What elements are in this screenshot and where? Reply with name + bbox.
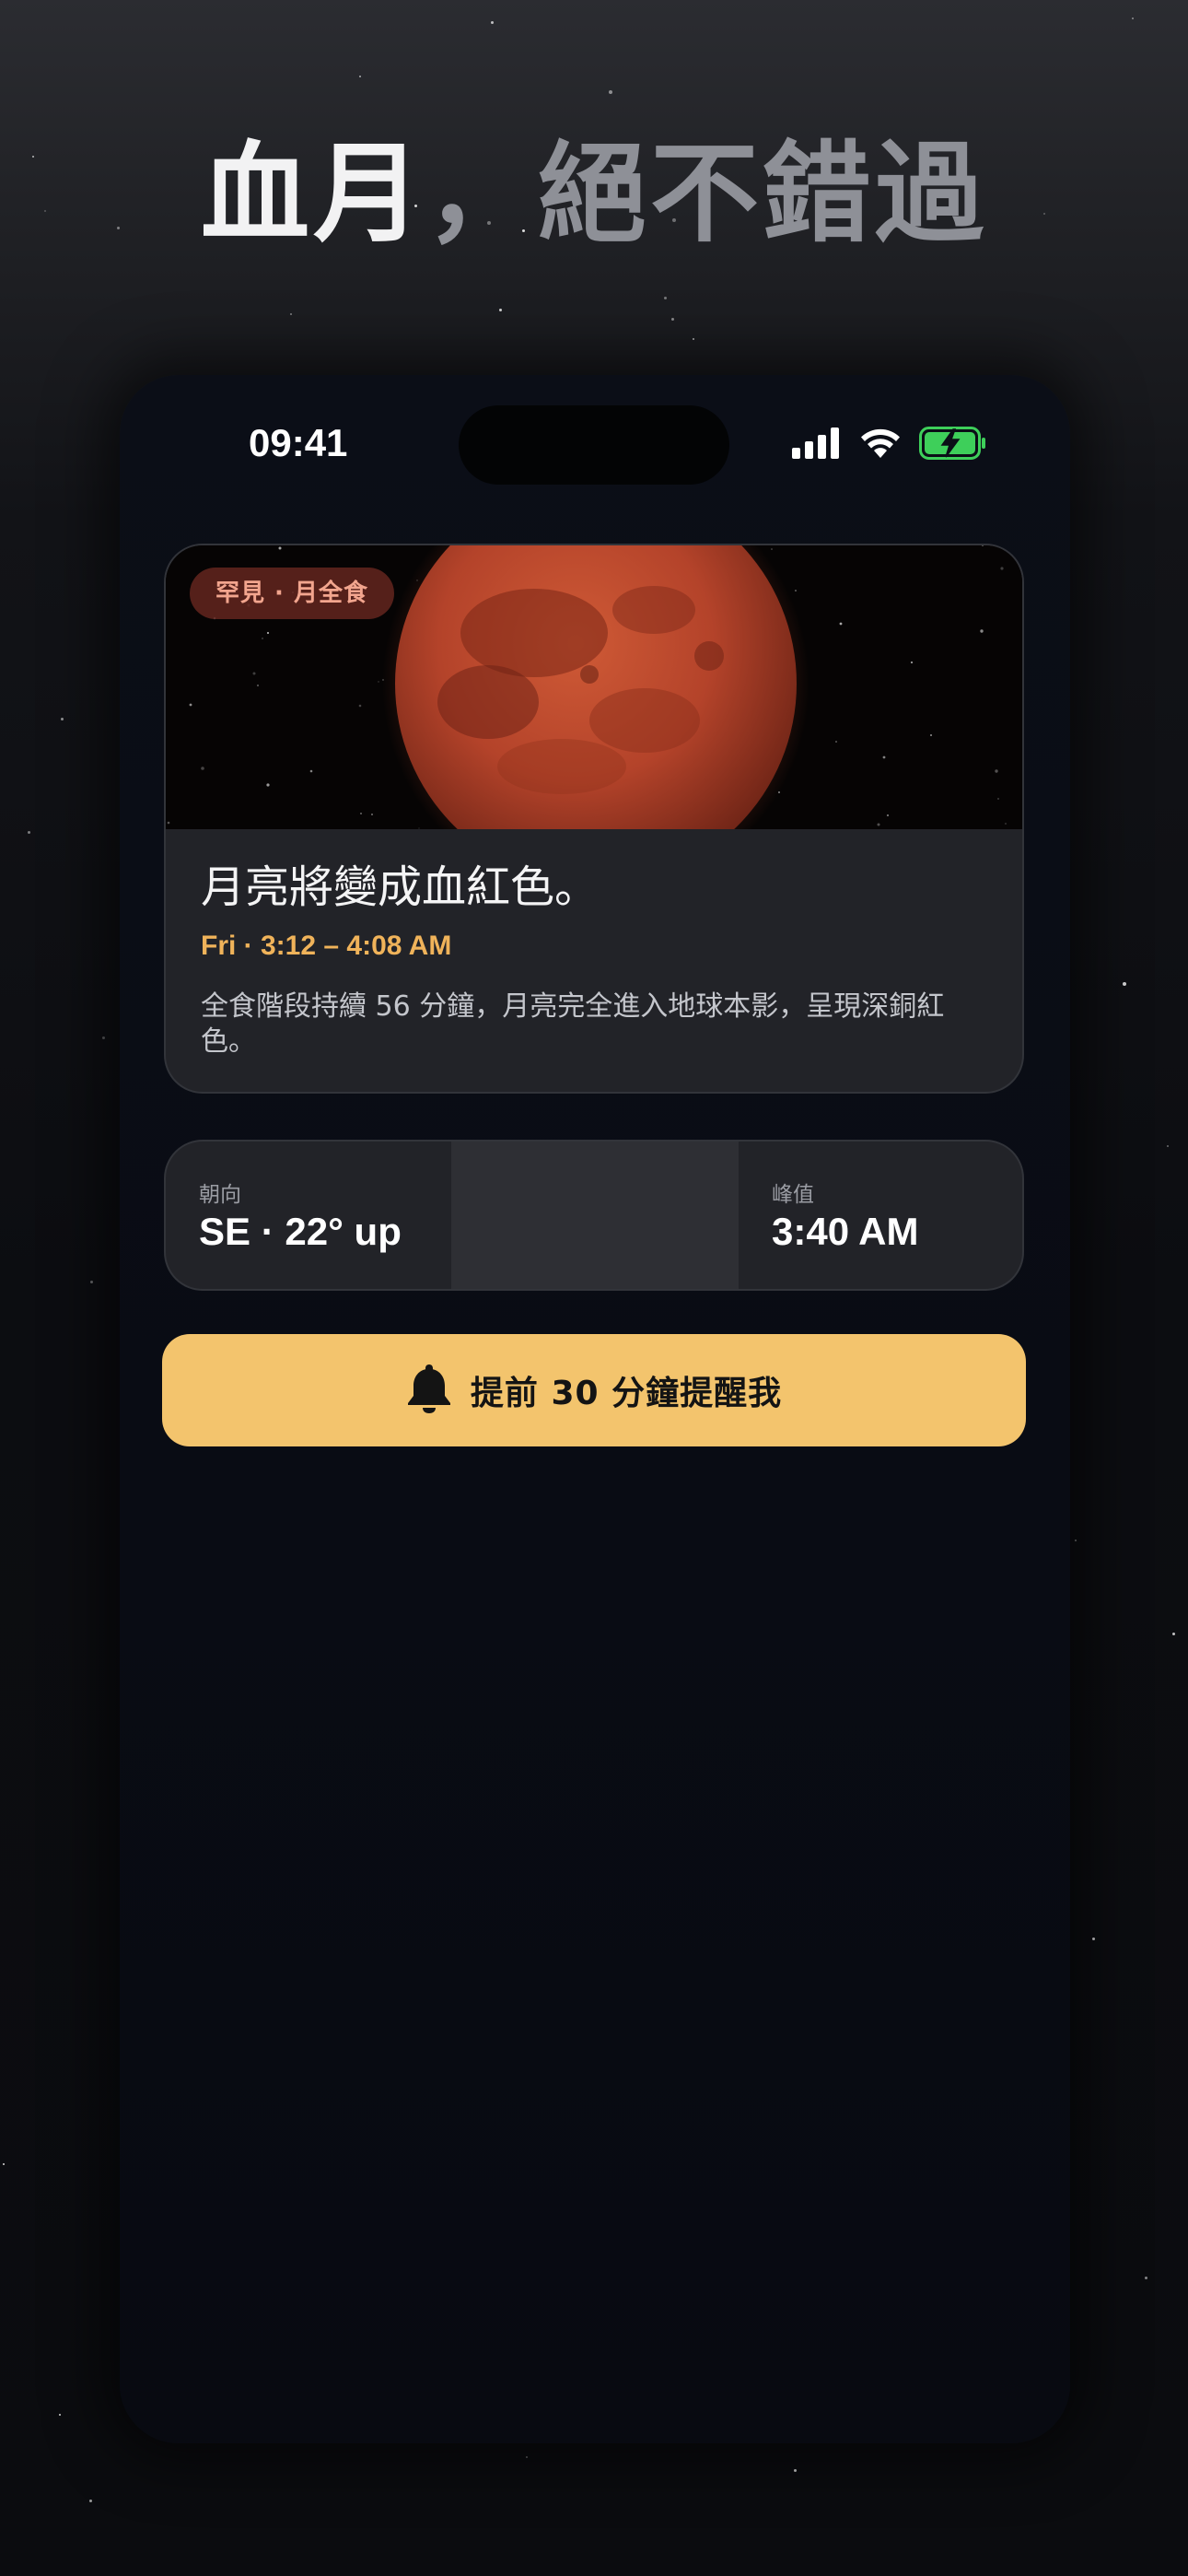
star <box>1123 982 1126 986</box>
direction-value: SE · 22° up <box>199 1210 402 1253</box>
star <box>1092 1938 1095 1940</box>
star <box>499 309 502 311</box>
wifi-icon <box>858 427 903 463</box>
star <box>609 90 612 94</box>
phone-frame: 09:41 罕見 · 月全食 月亮將變成血紅色。 Fri · 3:12 – 4:… <box>120 375 1070 2443</box>
star <box>102 1036 105 1039</box>
hero-star <box>201 767 204 770</box>
star <box>90 1281 93 1283</box>
hero-star <box>980 629 984 633</box>
hero-star <box>418 827 420 829</box>
hero-star <box>997 798 999 800</box>
hero-star <box>795 590 797 591</box>
hero-star <box>256 684 260 687</box>
star <box>89 2500 92 2502</box>
star <box>526 2456 528 2458</box>
dynamic-island <box>459 405 729 485</box>
star <box>693 338 694 340</box>
info-bar: 朝向 SE · 22° up 峰值 3:40 AM <box>164 1140 1024 1291</box>
hero-star <box>995 769 998 773</box>
hero-star <box>378 681 379 683</box>
star <box>290 313 292 315</box>
direction-label: 朝向 <box>199 1183 241 1207</box>
hero-star <box>167 821 170 825</box>
hero-star <box>930 734 932 736</box>
hero-star <box>1000 567 1004 570</box>
background: 血月，絕不錯過 09:41 罕見 · 月全食 月亮將變成血紅色。 Fri · 3… <box>0 0 1188 2576</box>
cellular-signal-icon <box>792 427 842 463</box>
star <box>28 831 30 834</box>
rarity-badge: 罕見 · 月全食 <box>190 568 394 619</box>
star <box>359 76 361 77</box>
status-time: 09:41 <box>249 421 348 464</box>
hero-star <box>771 548 773 550</box>
peak-label: 峰值 <box>772 1183 814 1207</box>
bell-icon <box>406 1363 452 1418</box>
hero-star <box>252 672 256 675</box>
hero-star <box>1005 823 1007 825</box>
star <box>1075 1540 1077 1541</box>
direction-cell: 朝向 SE · 22° up <box>166 1142 451 1289</box>
event-description: 全食階段持續 56 分鐘，月亮完全進入地球本影，呈現深銅紅色。 <box>201 990 945 1058</box>
headline-accent: 血月 <box>200 130 425 257</box>
star <box>1172 1633 1175 1635</box>
event-hero-image: 罕見 · 月全食 <box>166 545 1022 829</box>
hero-star <box>882 755 886 759</box>
peak-cell: 峰值 3:40 AM <box>739 1142 1022 1289</box>
star <box>671 318 674 321</box>
hero-star <box>877 823 880 826</box>
star <box>61 718 64 720</box>
star <box>1132 18 1134 19</box>
battery-charging-icon <box>919 427 987 463</box>
hero-star <box>371 814 373 815</box>
star <box>1145 2277 1147 2279</box>
headline-rest: ，絕不錯過 <box>425 130 988 257</box>
headline: 血月，絕不錯過 <box>0 129 1188 258</box>
hero-star <box>886 814 890 817</box>
info-divider-panel <box>451 1142 739 1289</box>
hero-star <box>266 631 270 635</box>
hero-star <box>266 783 270 787</box>
hero-star <box>309 769 313 773</box>
hero-star <box>189 703 192 707</box>
star <box>1167 1145 1169 1147</box>
event-time: Fri · 3:12 – 4:08 AM <box>201 931 452 961</box>
star <box>664 297 667 299</box>
remind-button[interactable]: 提前 30 分鐘提醒我 <box>162 1334 1026 1446</box>
star <box>3 2163 5 2165</box>
peak-value: 3:40 AM <box>772 1210 919 1253</box>
remind-button-label: 提前 30 分鐘提醒我 <box>470 1375 783 1412</box>
hero-star <box>839 622 843 626</box>
hero-star <box>910 661 914 664</box>
hero-star <box>358 704 362 708</box>
hero-star <box>278 546 282 550</box>
hero-star <box>835 741 837 743</box>
star <box>59 2414 61 2416</box>
event-card[interactable]: 罕見 · 月全食 月亮將變成血紅色。 Fri · 3:12 – 4:08 AM … <box>164 544 1024 1094</box>
hero-star <box>360 813 362 814</box>
star <box>491 21 494 24</box>
event-title: 月亮將變成血紅色。 <box>201 861 600 913</box>
status-icons <box>792 427 987 463</box>
star <box>794 2469 797 2472</box>
